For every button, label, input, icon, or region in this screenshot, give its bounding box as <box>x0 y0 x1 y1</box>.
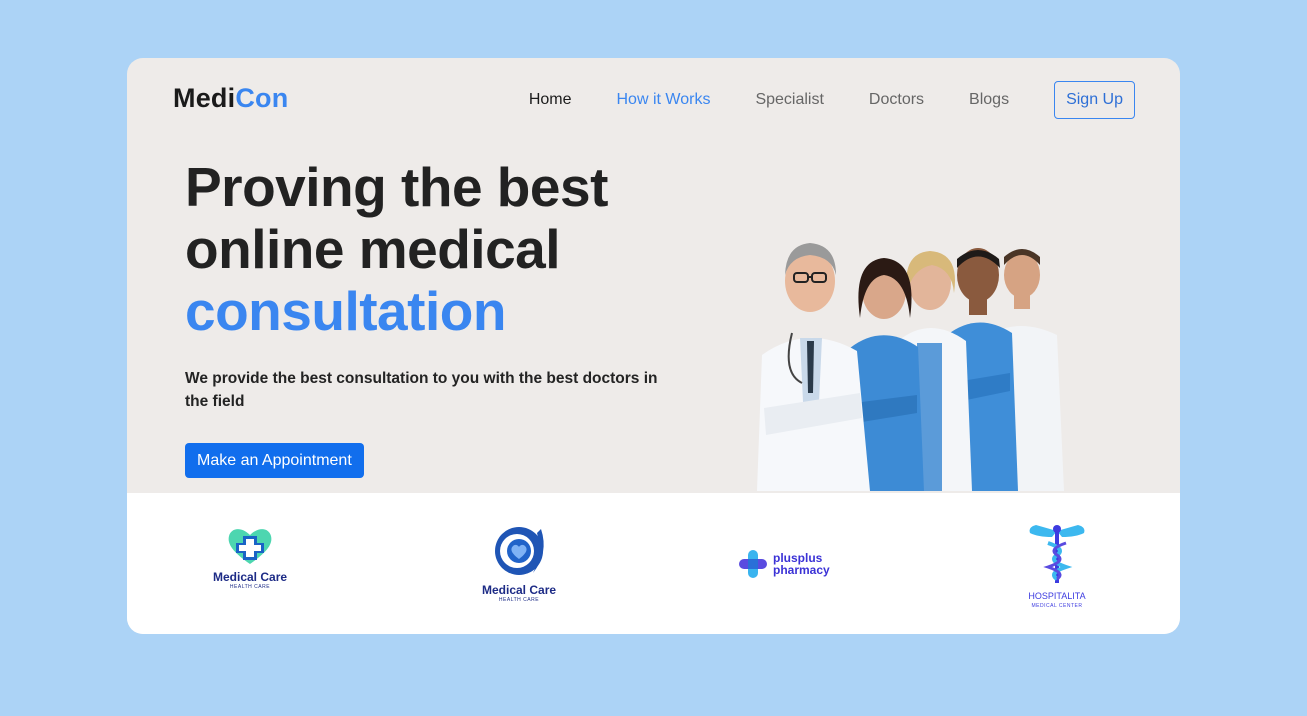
main-nav: Home How it Works Specialist Doctors Blo… <box>484 81 1135 119</box>
hero-title: Proving the best online medical consulta… <box>185 156 705 342</box>
hero-heading: Proving the best online medical consulta… <box>185 156 705 342</box>
doctors-team-image <box>757 243 1064 491</box>
partner-medical-care-2[interactable]: Medical Care HEALTH CARE <box>482 523 556 604</box>
nav-blogs[interactable]: Blogs <box>969 91 1009 109</box>
landing-card: MediCon Home How it Works Specialist Doc… <box>127 58 1180 634</box>
partner-sub-1: HEALTH CARE <box>229 584 271 590</box>
brand-logo[interactable]: MediCon <box>173 83 288 114</box>
hero-subtitle: We provide the best consultation to you … <box>185 370 658 410</box>
nav-doctors[interactable]: Doctors <box>869 91 924 109</box>
heart-cross-logo-icon <box>228 529 272 564</box>
partner-name-1: Medical Care <box>213 570 288 584</box>
brand-part-2: Con <box>235 83 289 113</box>
appointment-button[interactable]: Make an Appointment <box>185 443 364 478</box>
nav-specialist[interactable]: Specialist <box>755 91 823 109</box>
plus-logo-icon <box>739 550 767 578</box>
hero-line-3: consultation <box>185 280 506 342</box>
partners-strip: Medical Care HEALTH CARE Medical Care HE… <box>127 493 1180 634</box>
nav-how-it-works[interactable]: How it Works <box>617 91 711 109</box>
hero-line-1: Proving the best <box>185 156 608 218</box>
signup-button[interactable]: Sign Up <box>1054 81 1135 119</box>
brand-part-1: Medi <box>173 83 236 113</box>
partner-name-4: HOSPITALITA <box>1028 591 1086 601</box>
caduceus-logo-icon <box>1029 525 1085 583</box>
partner-hospitalita[interactable]: HOSPITALITA MEDICAL CENTER <box>1020 523 1094 610</box>
partner-sub-4: MEDICAL CENTER <box>1031 603 1083 609</box>
partner-plusplus-pharmacy[interactable]: plusplus pharmacy <box>738 549 837 579</box>
nav-home[interactable]: Home <box>529 91 572 109</box>
partner-sub-2: HEALTH CARE <box>498 597 540 603</box>
heart-hand-logo-icon <box>495 527 544 575</box>
partner-name-2: Medical Care <box>482 583 557 597</box>
partner-medical-care-1[interactable]: Medical Care HEALTH CARE <box>213 526 287 591</box>
partner-name-3: plusplus pharmacy <box>773 551 830 577</box>
hero-line-2: online medical <box>185 218 561 280</box>
